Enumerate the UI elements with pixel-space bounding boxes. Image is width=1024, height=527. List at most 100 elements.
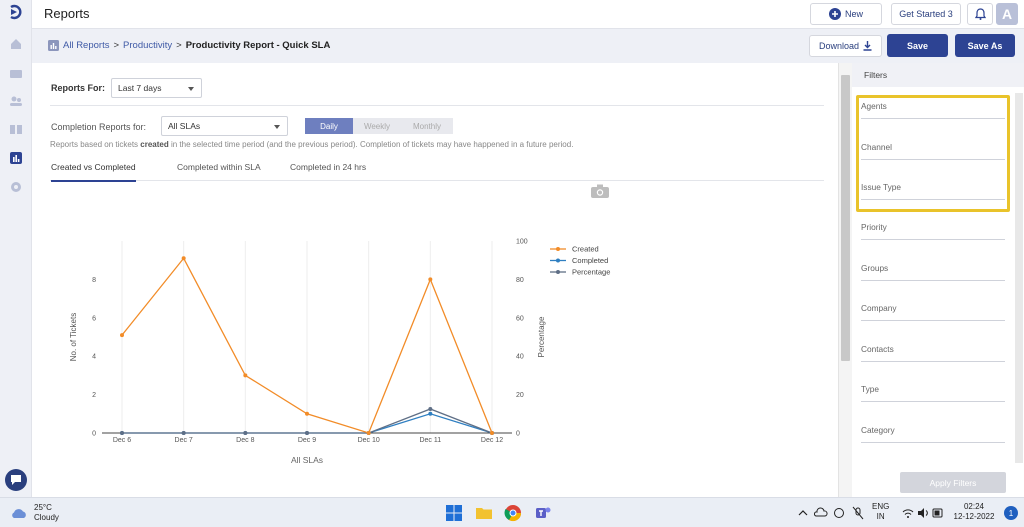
scrollbar-thumb[interactable] bbox=[841, 75, 850, 361]
chat-button[interactable] bbox=[5, 469, 27, 491]
data-point-created bbox=[428, 277, 433, 282]
chrome-icon[interactable] bbox=[504, 504, 522, 522]
y2-tick-label: 100 bbox=[516, 239, 528, 246]
mic-muted-icon[interactable] bbox=[852, 504, 864, 522]
data-point-percentage bbox=[428, 407, 433, 411]
breadcrumb-all-reports[interactable]: All Reports bbox=[63, 40, 109, 51]
download-label: Download bbox=[818, 41, 860, 51]
legend-marker bbox=[556, 247, 560, 251]
x-tick-label: Dec 10 bbox=[358, 437, 380, 444]
x-tick-label: Dec 8 bbox=[236, 437, 254, 444]
sync-icon[interactable] bbox=[832, 504, 846, 522]
user-avatar[interactable]: A bbox=[996, 3, 1018, 25]
y2-tick-label: 20 bbox=[516, 392, 524, 399]
breadcrumb: All Reports > Productivity > Productivit… bbox=[48, 40, 330, 51]
filter-category[interactable]: Category bbox=[861, 425, 1005, 443]
y2-tick-label: 40 bbox=[516, 354, 524, 361]
settings-gear-icon[interactable] bbox=[9, 180, 23, 194]
breadcrumb-bar: All Reports > Productivity > Productivit… bbox=[32, 29, 1024, 63]
page-title: Reports bbox=[44, 6, 90, 21]
weather-temp: 25°C bbox=[34, 503, 52, 512]
chat-bubble-icon bbox=[11, 475, 21, 485]
weather-condition: Cloudy bbox=[34, 513, 59, 522]
contacts-icon[interactable] bbox=[9, 94, 23, 108]
data-point-percentage bbox=[120, 431, 124, 435]
bell-icon bbox=[974, 8, 986, 20]
data-point-created bbox=[490, 431, 494, 435]
breadcrumb-current: Productivity Report - Quick SLA bbox=[185, 40, 331, 51]
x-tick-label: Dec 12 bbox=[481, 437, 503, 444]
x-tick-label: Dec 6 bbox=[113, 437, 131, 444]
breadcrumb-productivity[interactable]: Productivity bbox=[123, 40, 172, 51]
top-header: Reports New Get Started 3 A bbox=[32, 0, 1024, 29]
filter-contacts[interactable]: Contacts bbox=[861, 344, 1005, 362]
save-as-button[interactable]: Save As bbox=[955, 34, 1015, 57]
plus-circle-icon bbox=[828, 8, 841, 20]
get-started-label: Get Started 3 bbox=[899, 9, 953, 19]
app-logo-icon[interactable] bbox=[8, 4, 24, 20]
data-point-percentage bbox=[305, 431, 309, 435]
teams-icon[interactable] bbox=[534, 504, 552, 522]
y-tick-label: 2 bbox=[92, 392, 96, 399]
filter-company[interactable]: Company bbox=[861, 303, 1005, 321]
filter-groups[interactable]: Groups bbox=[861, 263, 1005, 281]
data-point-completed bbox=[428, 411, 433, 416]
y-tick-label: 8 bbox=[92, 277, 96, 284]
cloud-tray-icon[interactable] bbox=[814, 504, 828, 522]
battery-icon[interactable] bbox=[932, 504, 944, 522]
download-icon bbox=[863, 41, 872, 51]
report-thumbnail-icon bbox=[48, 40, 59, 51]
legend-label: Completed bbox=[572, 256, 608, 265]
file-explorer-icon[interactable] bbox=[475, 504, 493, 522]
volume-icon[interactable] bbox=[917, 504, 929, 522]
left-nav bbox=[0, 0, 32, 497]
y-tick-label: 4 bbox=[92, 354, 96, 361]
tickets-icon[interactable] bbox=[9, 67, 23, 81]
save-button[interactable]: Save bbox=[887, 34, 948, 57]
legend-label: Created bbox=[572, 245, 599, 254]
filter-type[interactable]: Type bbox=[861, 384, 1005, 402]
breadcrumb-separator: > bbox=[113, 40, 120, 51]
y2-axis-label: Percentage bbox=[537, 316, 546, 357]
filter-priority[interactable]: Priority bbox=[861, 222, 1005, 240]
data-point-created bbox=[120, 333, 124, 338]
knowledge-base-icon[interactable] bbox=[9, 122, 23, 136]
clock[interactable]: 02:24 12-12-2022 bbox=[952, 502, 996, 522]
cloud-icon bbox=[12, 509, 26, 518]
created-vs-completed-chart: Dec 6 Dec 7 Dec 8 Dec 9 Dec 10 Dec 11 Dec 12 0 2… bbox=[69, 239, 610, 466]
y2-tick-label: 60 bbox=[516, 315, 524, 322]
windows-start-icon[interactable] bbox=[445, 504, 463, 522]
y2-tick-label: 0 bbox=[516, 431, 520, 438]
y-axis-label: No. of Tickets bbox=[69, 313, 78, 361]
download-button[interactable]: Download bbox=[809, 35, 882, 57]
notification-badge[interactable]: 1 bbox=[1004, 506, 1018, 520]
legend-label: Percentage bbox=[572, 268, 610, 277]
data-point-created bbox=[305, 411, 309, 416]
chevron-up-icon[interactable] bbox=[798, 504, 808, 522]
notifications-button[interactable] bbox=[967, 3, 993, 25]
y2-tick-label: 80 bbox=[516, 277, 524, 284]
page-scrollbar[interactable] bbox=[838, 63, 852, 497]
new-button-label: New bbox=[844, 9, 863, 19]
filters-panel: Filters Agents Channel Issue Type Priori… bbox=[852, 63, 1024, 497]
data-point-created bbox=[366, 431, 371, 435]
filters-scrollbar[interactable] bbox=[1015, 93, 1023, 463]
y-tick-label: 6 bbox=[92, 315, 96, 322]
data-point-percentage bbox=[181, 431, 186, 435]
legend-marker bbox=[556, 258, 560, 263]
x-tick-label: Dec 11 bbox=[419, 437, 441, 444]
apply-filters-button[interactable]: Apply Filters bbox=[900, 472, 1006, 493]
legend-marker bbox=[556, 270, 560, 274]
get-started-button[interactable]: Get Started 3 bbox=[891, 3, 961, 25]
language-indicator[interactable]: ENG IN bbox=[872, 502, 889, 522]
data-point-percentage bbox=[243, 431, 248, 435]
report-panel: Reports For: Last 7 days Completion Repo… bbox=[32, 63, 838, 497]
wifi-icon[interactable] bbox=[902, 504, 914, 522]
data-point-created bbox=[243, 373, 248, 378]
x-tick-label: Dec 7 bbox=[175, 437, 193, 444]
reports-icon[interactable] bbox=[9, 151, 23, 165]
weather-widget[interactable]: 25°C Cloudy bbox=[10, 503, 59, 523]
home-icon[interactable] bbox=[9, 37, 23, 51]
new-button[interactable]: New bbox=[810, 3, 882, 25]
breadcrumb-separator: > bbox=[176, 40, 182, 51]
